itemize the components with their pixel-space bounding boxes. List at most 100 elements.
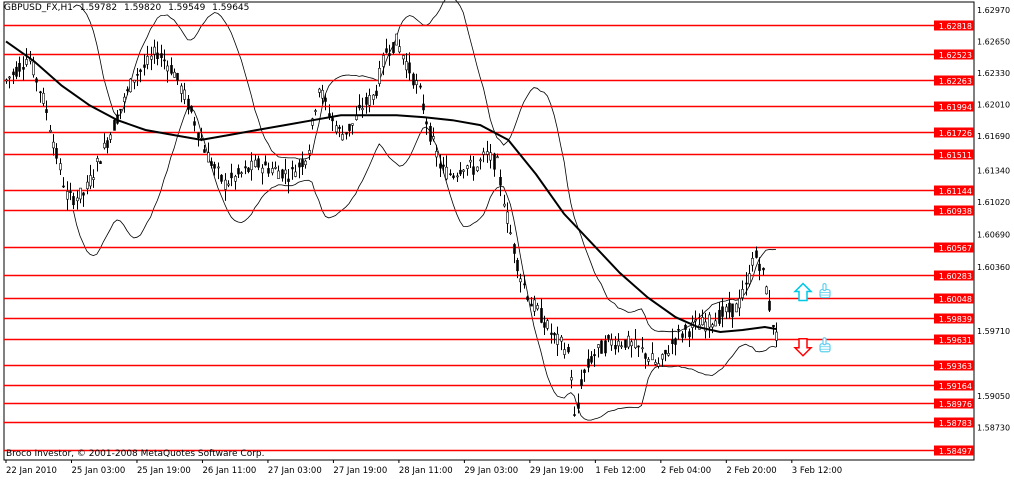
level-label: 1.60567: [939, 244, 972, 253]
candle-body: [587, 358, 590, 368]
candle-body: [472, 166, 475, 175]
candle-body: [368, 95, 371, 106]
candle-body: [519, 278, 522, 283]
price-tick-label: 1.62330: [977, 69, 1010, 78]
candle-body: [624, 339, 627, 348]
price-tick-label: 1.59050: [977, 392, 1010, 401]
candle-body: [22, 67, 25, 70]
candle-body: [207, 152, 210, 163]
level-label: 1.59164: [939, 382, 972, 391]
candle-body: [284, 169, 287, 175]
candle-body: [620, 345, 623, 348]
candle-body: [570, 377, 573, 381]
candle-body: [452, 175, 455, 178]
candle-body: [506, 211, 509, 224]
candle-body: [335, 125, 338, 133]
time-tick-label: 29 Jan 03:00: [464, 466, 518, 476]
candle-body: [96, 158, 99, 163]
candle-body: [18, 62, 21, 72]
time-tick-label: 2 Feb 20:00: [726, 466, 776, 476]
candle-body: [160, 53, 163, 58]
candle-body: [714, 320, 717, 327]
candle-body: [190, 105, 193, 112]
candle-body: [139, 69, 142, 72]
candle-body: [281, 169, 284, 179]
candle-body: [5, 79, 8, 82]
level-label: 1.61511: [939, 151, 972, 160]
candle-body: [479, 159, 482, 162]
candle-body: [254, 159, 257, 167]
candle-body: [684, 324, 687, 330]
candle-body: [59, 163, 62, 171]
level-label: 1.62818: [939, 22, 972, 31]
axes: 1.62970 1.62650 1.62330 1.62010 1.61690 1.613…: [5, 6, 1010, 476]
candle-body: [271, 168, 274, 174]
level-label: 1.61144: [939, 187, 972, 196]
candle-body: [721, 306, 724, 317]
candle-body: [250, 160, 253, 171]
candle-body: [627, 335, 630, 348]
price-tick-label: 1.60690: [977, 230, 1010, 239]
candle-body: [42, 92, 45, 104]
candle-body: [593, 354, 596, 357]
candle-body: [546, 320, 549, 329]
candle-body: [187, 98, 190, 110]
time-tick-label: 1 Feb 12:00: [595, 466, 645, 476]
candle-body: [247, 167, 250, 172]
candle-body: [113, 119, 116, 131]
candle-body: [277, 170, 280, 179]
candle-body: [176, 73, 179, 81]
candle-body: [674, 338, 677, 345]
candle-body: [294, 171, 297, 177]
price-tick-label: 1.60360: [977, 263, 1010, 272]
candle-body: [573, 414, 576, 416]
candle-body: [718, 309, 721, 324]
moving-average: [5, 40, 777, 334]
candle-body: [378, 67, 381, 84]
price-tick-label: 1.58730: [977, 423, 1010, 432]
candle-body: [657, 363, 660, 367]
candle-body: [762, 267, 765, 271]
candle-body: [261, 167, 264, 174]
candle-body: [708, 314, 711, 328]
candle-body: [146, 56, 149, 65]
candle-body: [701, 317, 704, 326]
candle-body: [39, 91, 42, 94]
candle-body: [76, 197, 79, 202]
candle-body: [748, 273, 751, 285]
candle-body: [156, 52, 159, 60]
candle-body: [12, 71, 15, 76]
candle-body: [688, 331, 691, 338]
time-tick-label: 26 Jan 11:00: [202, 466, 256, 476]
candle-body: [459, 169, 462, 175]
candle-body: [577, 402, 580, 409]
candle-body: [550, 332, 553, 335]
candle-body: [143, 64, 146, 68]
candle-body: [375, 90, 378, 96]
candle-body: [372, 94, 375, 100]
candle-body: [503, 203, 506, 207]
candle-body: [62, 185, 65, 188]
ma-line: [5, 40, 777, 334]
candle-body: [361, 108, 364, 111]
candle-body: [486, 151, 489, 155]
level-label: 1.60048: [939, 295, 972, 304]
candle-body: [610, 339, 613, 346]
candle-body: [227, 183, 230, 186]
candle-body: [163, 59, 166, 62]
candle-body: [197, 132, 200, 139]
candle-body: [654, 362, 657, 365]
candle-body: [466, 165, 469, 169]
candle-body: [385, 48, 388, 53]
candle-body: [203, 149, 206, 153]
candle-body: [590, 356, 593, 363]
candle-body: [106, 140, 109, 148]
level-label: 1.59631: [939, 336, 972, 345]
candle-body: [442, 164, 445, 167]
candle-body: [210, 161, 213, 166]
level-label: 1.62263: [939, 77, 972, 86]
candle-body: [298, 162, 301, 168]
candle-body: [183, 89, 186, 100]
level-label: 1.58783: [939, 419, 972, 428]
candle-body: [563, 349, 566, 355]
